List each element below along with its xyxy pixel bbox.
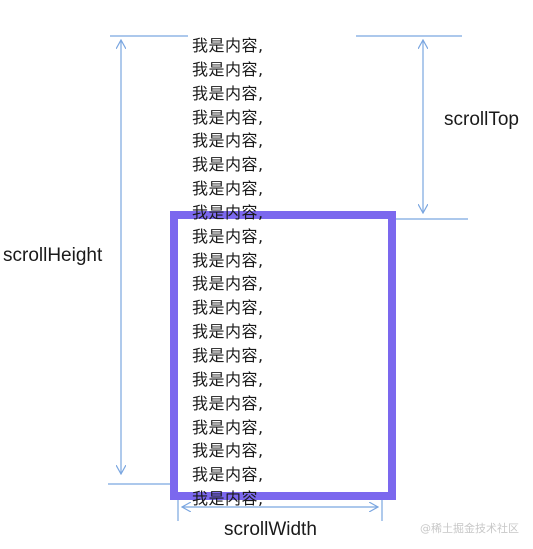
content-line: 我是内容, [192, 345, 264, 365]
content-line: 我是内容, [192, 274, 264, 294]
content-line: 我是内容, [192, 202, 264, 222]
scroll-height-label: scrollHeight [3, 245, 103, 266]
content-line: 我是内容, [192, 83, 264, 103]
content-line: 我是内容, [192, 465, 264, 485]
scroll-top-label: scrollTop [444, 109, 519, 130]
content-line: 我是内容, [192, 298, 264, 318]
content-line: 我是内容, [192, 36, 264, 55]
content-line: 我是内容, [192, 393, 264, 413]
content-line: 我是内容, [192, 155, 264, 175]
content-line: 我是内容, [192, 131, 264, 151]
scroll-content: 我是内容, 我是内容, 我是内容, 我是内容, 我是内容, 我是内容, 我是内容… [192, 34, 264, 511]
content-line: 我是内容, [192, 417, 264, 437]
scroll-width-label: scrollWidth [224, 519, 317, 540]
content-line: 我是内容, [192, 226, 264, 246]
content-line: 我是内容, [192, 250, 264, 270]
content-line: 我是内容, [192, 369, 264, 389]
content-line: 我是内容, [192, 441, 264, 461]
content-line: 我是内容, [192, 107, 264, 127]
watermark: @稀土掘金技术社区 [420, 522, 519, 535]
content-line: 我是内容, [192, 322, 264, 342]
content-line: 我是内容, [192, 59, 264, 79]
content-line: 我是内容, [192, 489, 264, 509]
content-line: 我是内容, [192, 179, 264, 199]
